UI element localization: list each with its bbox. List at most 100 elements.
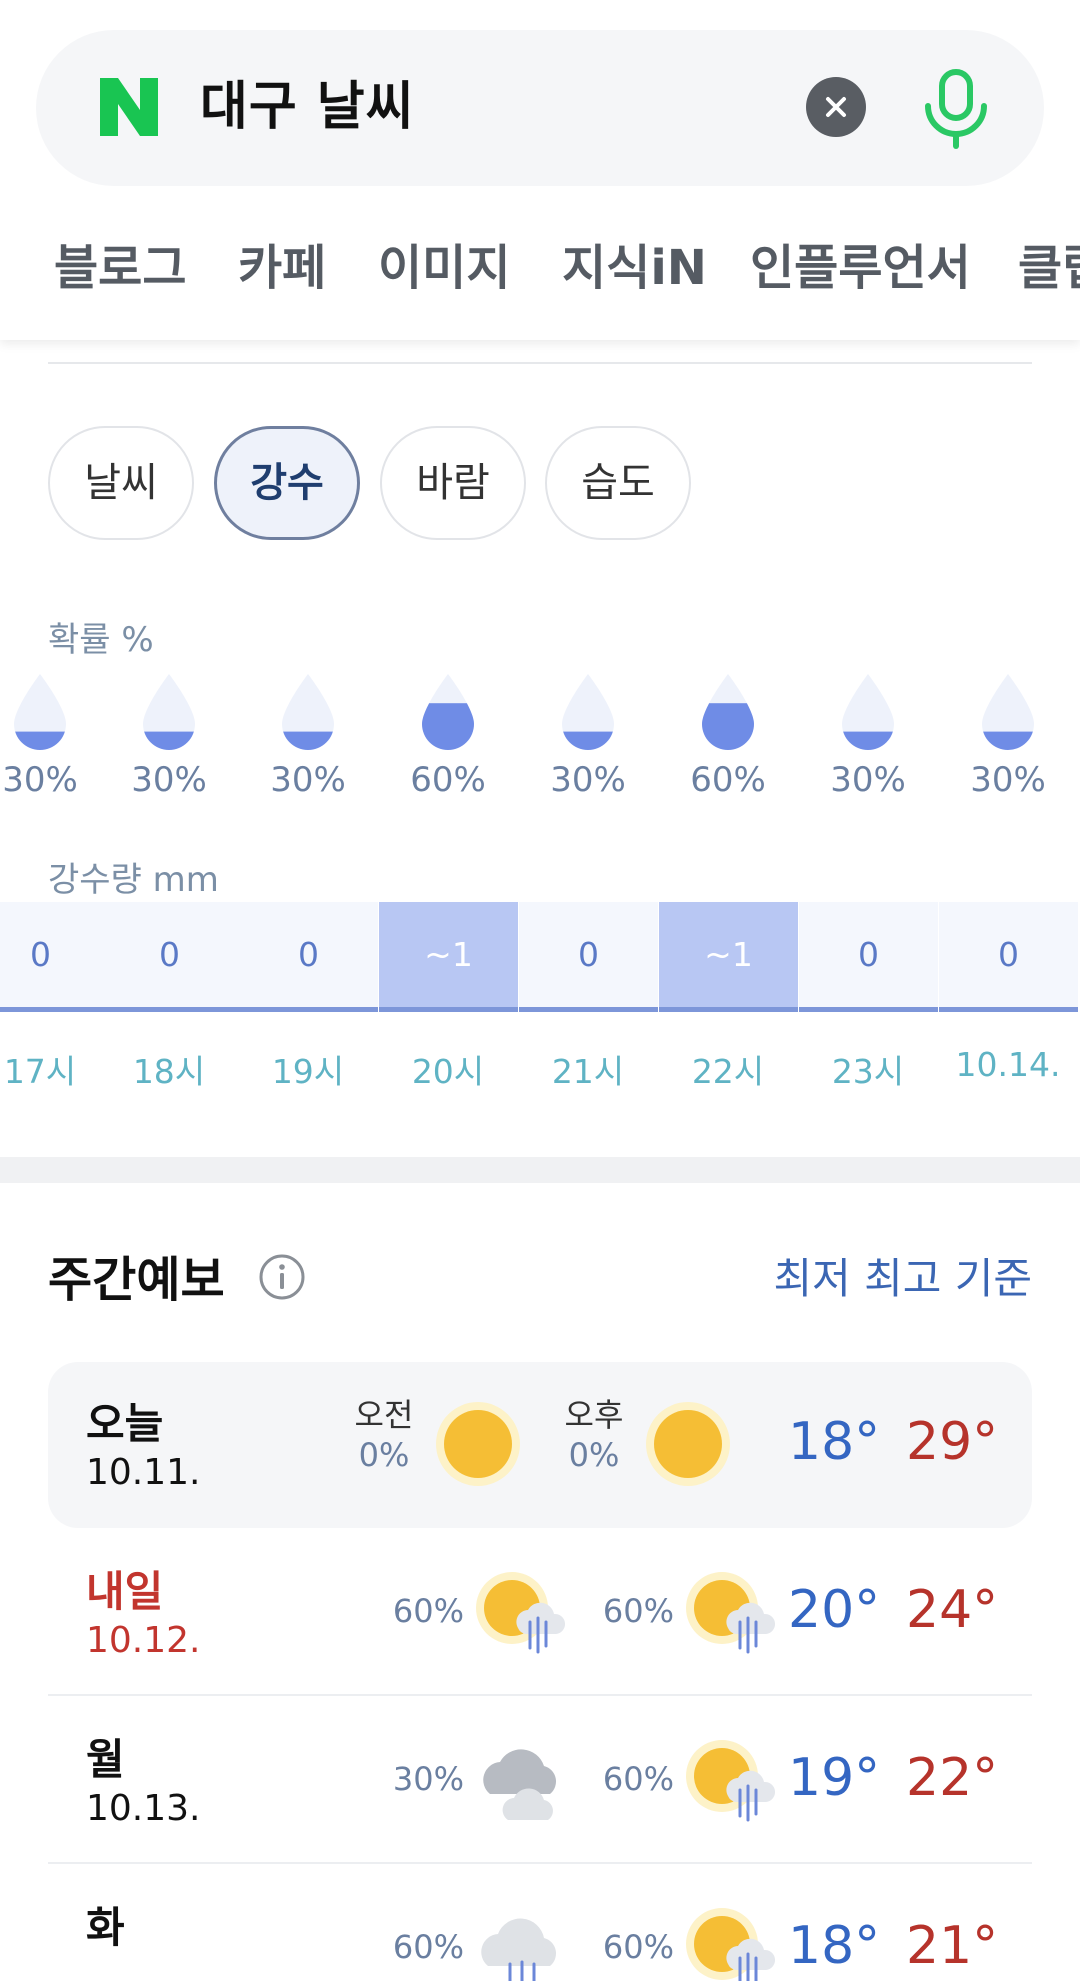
info-icon[interactable] bbox=[258, 1253, 306, 1301]
tab-blog[interactable]: 블로그 bbox=[54, 228, 186, 308]
precip-amount-cell: 0 bbox=[519, 902, 658, 1012]
precip-probability-value: 30% bbox=[830, 760, 906, 800]
precip-probability-cell: 60% bbox=[378, 670, 518, 800]
precip-probability-value: 30% bbox=[550, 760, 626, 800]
chip-weather[interactable]: 날씨 bbox=[48, 426, 194, 540]
day-name: 내일 bbox=[86, 1567, 164, 1616]
amount-bar bbox=[100, 1007, 239, 1012]
amount-label: 강수량 mm bbox=[48, 860, 219, 900]
cloud-rain-icon bbox=[474, 1902, 570, 1981]
raindrop-icon bbox=[14, 674, 66, 750]
sun-cloud-rain-icon bbox=[684, 1734, 780, 1830]
chip-precipitation[interactable]: 강수 bbox=[214, 426, 360, 540]
precip-probability-cell: 30% bbox=[0, 670, 110, 800]
min-temp: 20° bbox=[788, 1580, 881, 1640]
day-date: 10.11. bbox=[86, 1452, 201, 1493]
day-row[interactable]: 화 60% 60% 18° 21° bbox=[48, 1866, 1032, 1981]
precip-probability-cell: 30% bbox=[99, 670, 239, 800]
am-precip-pct: 30% bbox=[392, 1760, 464, 1798]
sort-basis-link[interactable]: 최저 최고 기준 bbox=[773, 1245, 1032, 1306]
naver-logo-icon[interactable] bbox=[94, 72, 164, 142]
raindrop-icon bbox=[982, 674, 1034, 750]
precip-amount-value: 0 bbox=[998, 935, 1019, 974]
am-precip-pct: 0% bbox=[358, 1436, 410, 1474]
chip-humidity[interactable]: 습도 bbox=[545, 426, 691, 540]
amount-bar bbox=[519, 1007, 658, 1012]
max-temp: 29° bbox=[906, 1412, 999, 1472]
precip-probability-value: 30% bbox=[2, 760, 78, 800]
precip-probability-value: 30% bbox=[131, 760, 207, 800]
search-bar[interactable]: 대구 날씨 bbox=[36, 30, 1044, 186]
precip-amount-cell: 0 bbox=[100, 902, 239, 1012]
min-temp: 18° bbox=[788, 1916, 881, 1976]
hour-label: 10.14. bbox=[955, 1045, 1061, 1084]
hour-label: 17시 bbox=[3, 1052, 77, 1091]
precip-probability-value: 60% bbox=[690, 760, 766, 800]
amount-bar bbox=[379, 1007, 518, 1012]
amount-bar bbox=[0, 1007, 110, 1012]
precip-probability-cell: 30% bbox=[798, 670, 938, 800]
raindrop-icon bbox=[702, 674, 754, 750]
search-category-tabs: 블로그 카페 이미지 지식iN 인플루언서 클립 bbox=[0, 228, 1080, 308]
max-temp: 24° bbox=[906, 1580, 999, 1640]
precip-probability-cell: 30% bbox=[518, 670, 658, 800]
hour-label: 23시 bbox=[831, 1052, 905, 1091]
raindrop-icon bbox=[143, 674, 195, 750]
pm-slot: 오후 0% bbox=[544, 1390, 644, 1474]
search-input[interactable]: 대구 날씨 bbox=[200, 72, 414, 142]
pm-precip-pct: 0% bbox=[568, 1436, 620, 1474]
precip-amount-cell: 0 bbox=[0, 902, 110, 1012]
precip-amount-cell: 0 bbox=[239, 902, 378, 1012]
divider bbox=[48, 362, 1032, 364]
day-date: 10.12. bbox=[86, 1620, 201, 1661]
tab-kin[interactable]: 지식iN bbox=[562, 228, 707, 308]
chip-wind[interactable]: 바람 bbox=[380, 426, 526, 540]
hour-label: 20시 bbox=[411, 1052, 485, 1091]
amount-bar bbox=[239, 1007, 378, 1012]
raindrop-icon bbox=[842, 674, 894, 750]
am-label: 오전 bbox=[354, 1396, 414, 1434]
tab-influencer[interactable]: 인플루언서 bbox=[750, 228, 971, 308]
precip-amount-cell: ~1 bbox=[379, 902, 518, 1012]
day-row[interactable]: 월 10.13. 30% 60% 19° 22° bbox=[48, 1698, 1032, 1864]
pm-precip-pct: 60% bbox=[602, 1928, 674, 1966]
hour-label: 22시 bbox=[691, 1052, 765, 1091]
day-row[interactable]: 오늘 10.11. 오전 0% 오후 0% 18° 29° bbox=[48, 1362, 1032, 1528]
tab-image[interactable]: 이미지 bbox=[378, 228, 510, 308]
precip-amount-value: 0 bbox=[159, 935, 180, 974]
precip-probability-value: 30% bbox=[970, 760, 1046, 800]
max-temp: 22° bbox=[906, 1748, 999, 1808]
amount-bar bbox=[939, 1007, 1078, 1012]
precip-amount-value: 0 bbox=[858, 935, 879, 974]
raindrop-icon bbox=[422, 674, 474, 750]
sun-cloud-rain-icon bbox=[684, 1902, 780, 1981]
microphone-icon[interactable] bbox=[916, 66, 996, 150]
pm-label: 오후 bbox=[564, 1396, 624, 1434]
hour-label: 18시 bbox=[132, 1052, 206, 1091]
sun-cloud-rain-icon bbox=[684, 1566, 780, 1662]
raindrop-icon bbox=[282, 674, 334, 750]
sun-cloud-rain-icon bbox=[474, 1566, 570, 1662]
day-name: 오늘 bbox=[86, 1399, 164, 1448]
cloudy-icon bbox=[474, 1734, 570, 1830]
precip-probability-cell: 60% bbox=[658, 670, 798, 800]
weekly-forecast-title: 주간예보 bbox=[48, 1252, 225, 1308]
tab-clip[interactable]: 클립 bbox=[1018, 228, 1080, 308]
tab-cafe[interactable]: 카페 bbox=[238, 228, 326, 308]
section-divider bbox=[0, 1157, 1080, 1183]
max-temp: 21° bbox=[906, 1916, 999, 1976]
hour-label: 19시 bbox=[271, 1052, 345, 1091]
clear-search-button[interactable] bbox=[806, 77, 866, 137]
am-precip-pct: 60% bbox=[392, 1928, 464, 1966]
am-slot: 오전 0% bbox=[334, 1390, 434, 1474]
precip-probability-cell: 30% bbox=[938, 670, 1078, 800]
day-row[interactable]: 내일 10.12. 60% 60% 20° 24° bbox=[48, 1530, 1032, 1696]
precip-amount-cell: ~1 bbox=[659, 902, 798, 1012]
day-date: 10.13. bbox=[86, 1788, 201, 1829]
min-temp: 18° bbox=[788, 1412, 881, 1472]
precip-amount-value: 0 bbox=[298, 935, 319, 974]
precip-probability-value: 30% bbox=[270, 760, 346, 800]
precip-amount-cell: 0 bbox=[799, 902, 938, 1012]
day-name: 화 bbox=[86, 1903, 125, 1952]
amount-bar bbox=[659, 1007, 798, 1012]
